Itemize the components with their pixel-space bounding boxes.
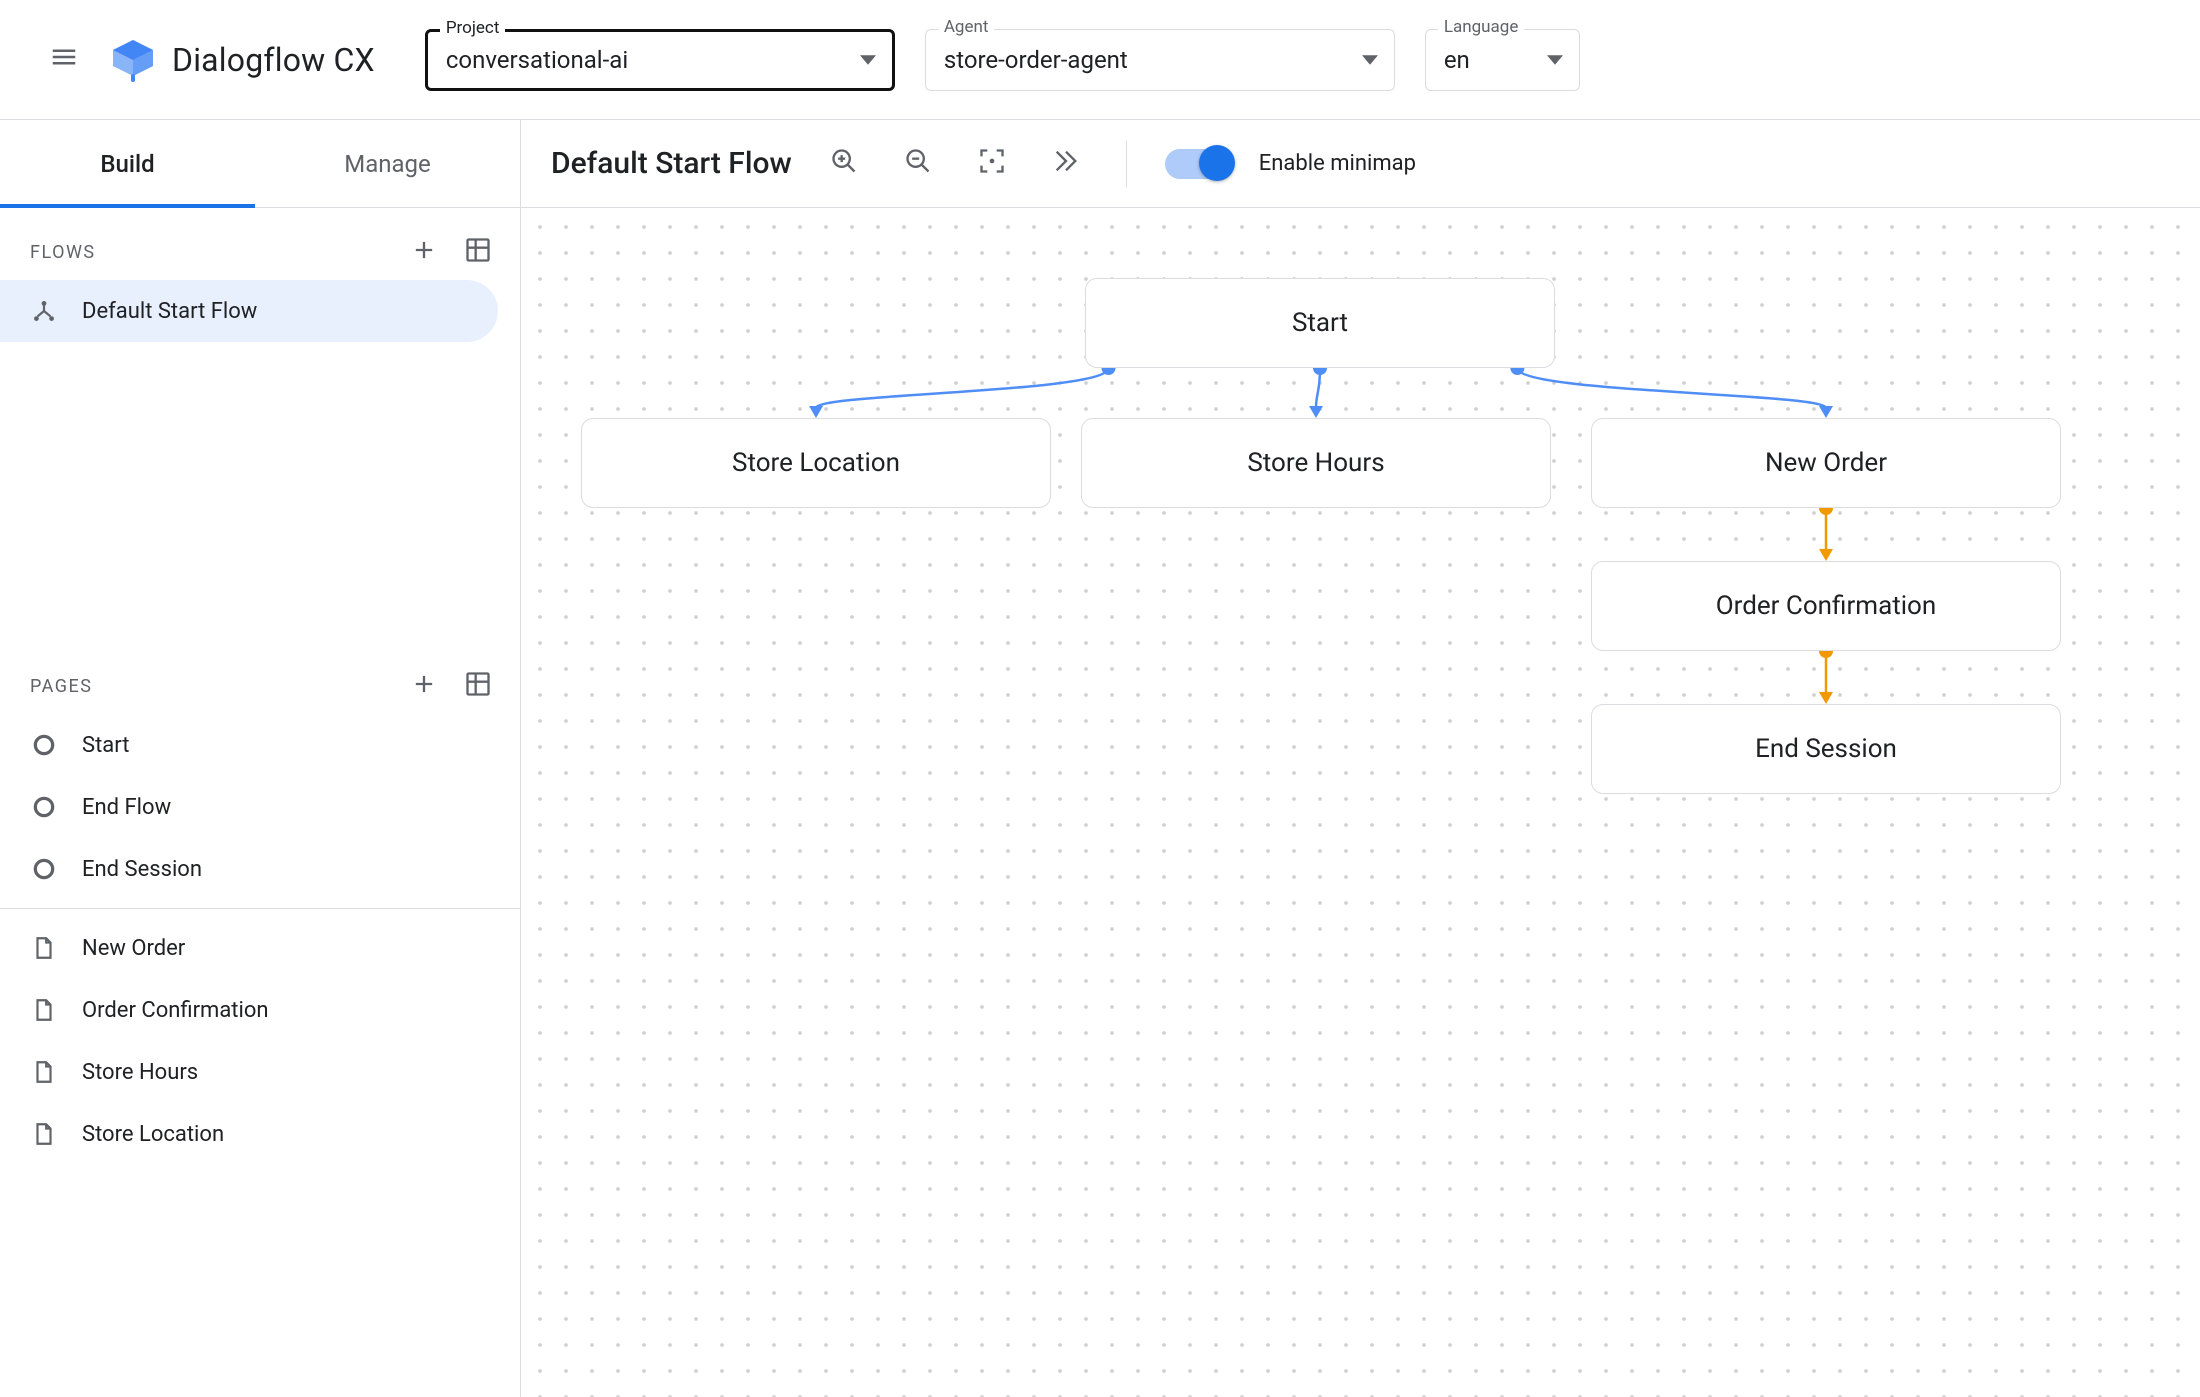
page-item[interactable]: Store Location [0,1103,498,1165]
pages-section-title: PAGES [30,676,92,697]
add-flow-button[interactable] [406,234,442,270]
zoom-out-icon [904,147,932,180]
flow-item-label: Default Start Flow [82,299,257,324]
language-select-value: en [1444,46,1470,74]
divider [0,908,520,909]
project-select-value: conversational-ai [446,46,628,74]
menu-button[interactable] [40,36,88,84]
language-select-label: Language [1438,17,1525,37]
caret-down-icon [1547,46,1563,74]
circle-icon [30,793,58,821]
sidebar-tabs: Build Manage [0,120,520,208]
page-icon [30,934,58,962]
fit-to-screen-button[interactable] [974,146,1010,182]
page-item[interactable]: Start [0,714,498,776]
page-icon [30,996,58,1024]
fit-screen-icon [978,147,1006,180]
flow-node-label: Start [1292,308,1348,338]
flow-node-label: Order Confirmation [1716,591,1936,621]
flow-node-label: Store Hours [1247,448,1384,478]
brand[interactable]: Dialogflow CX [108,35,375,85]
agent-select-value: store-order-agent [944,46,1128,74]
separator [1126,141,1127,187]
flow-title: Default Start Flow [551,146,792,181]
flow-node-label: New Order [1765,448,1887,478]
reset-icon [1052,147,1080,180]
agent-select-label: Agent [938,17,995,37]
pages-section: PAGES Start End Flow End Session New Order… [0,642,520,1165]
flow-node-store-hours[interactable]: Store Hours [1081,418,1551,508]
tab-build-label: Build [100,150,154,178]
page-item[interactable]: New Order [0,917,498,979]
project-select[interactable]: Project conversational-ai [425,29,895,91]
plus-icon [410,236,438,269]
brand-name: Dialogflow CX [172,41,375,79]
content-panel: Default Start Flow Enable minimap StartS… [520,120,2200,1397]
language-select[interactable]: Language en [1425,29,1580,91]
reset-layout-button[interactable] [1048,146,1084,182]
page-item-label: End Session [82,857,202,882]
flows-section: FLOWS Default Start Flow [0,208,520,342]
flow-node-store-location[interactable]: Store Location [581,418,1051,508]
zoom-in-button[interactable] [826,146,862,182]
caret-down-icon [1362,46,1378,74]
hamburger-icon [49,42,79,77]
zoom-out-button[interactable] [900,146,936,182]
page-icon [30,1058,58,1086]
flow-toolbar: Default Start Flow Enable minimap [521,120,2200,208]
caret-down-icon [860,46,876,74]
header-selectors: Project conversational-ai Agent store-or… [425,29,1580,91]
flow-icon [30,297,58,325]
page-item-label: New Order [82,936,185,961]
flow-node-start[interactable]: Start [1085,278,1555,368]
page-item-label: Start [82,733,129,758]
tab-manage-label: Manage [344,150,431,178]
page-icon [30,1120,58,1148]
add-page-button[interactable] [406,668,442,704]
tab-build[interactable]: Build [0,120,255,207]
flows-layout-button[interactable] [460,234,496,270]
project-select-label: Project [440,18,506,38]
minimap-toggle[interactable] [1165,149,1231,179]
layout-icon [464,670,492,703]
layout-icon [464,236,492,269]
pages-layout-button[interactable] [460,668,496,704]
sidebar: Build Manage FLOWS Default Start Flow [0,120,520,1397]
flow-node-label: Store Location [732,448,900,478]
page-item[interactable]: End Flow [0,776,498,838]
flow-node-new-order[interactable]: New Order [1591,418,2061,508]
tab-manage[interactable]: Manage [255,120,520,207]
page-item[interactable]: End Session [0,838,498,900]
agent-select[interactable]: Agent store-order-agent [925,29,1395,91]
page-item-label: Store Hours [82,1060,198,1085]
flow-node-label: End Session [1755,734,1897,764]
flow-node-order-confirmation[interactable]: Order Confirmation [1591,561,2061,651]
page-item-label: Store Location [82,1122,224,1147]
page-item-label: End Flow [82,795,171,820]
zoom-in-icon [830,147,858,180]
plus-icon [410,670,438,703]
minimap-toggle-label: Enable minimap [1259,151,1416,176]
flow-node-end-session[interactable]: End Session [1591,704,2061,794]
circle-icon [30,731,58,759]
flow-canvas[interactable]: Start Store Location Store Hours New Order O… [521,208,2200,1397]
page-item[interactable]: Store Hours [0,1041,498,1103]
flow-item[interactable]: Default Start Flow [0,280,498,342]
page-item[interactable]: Order Confirmation [0,979,498,1041]
page-item-label: Order Confirmation [82,998,269,1023]
flows-section-title: FLOWS [30,242,96,263]
app-header: Dialogflow CX Project conversational-ai … [0,0,2200,120]
circle-icon [30,855,58,883]
dialogflow-logo-icon [108,35,158,85]
